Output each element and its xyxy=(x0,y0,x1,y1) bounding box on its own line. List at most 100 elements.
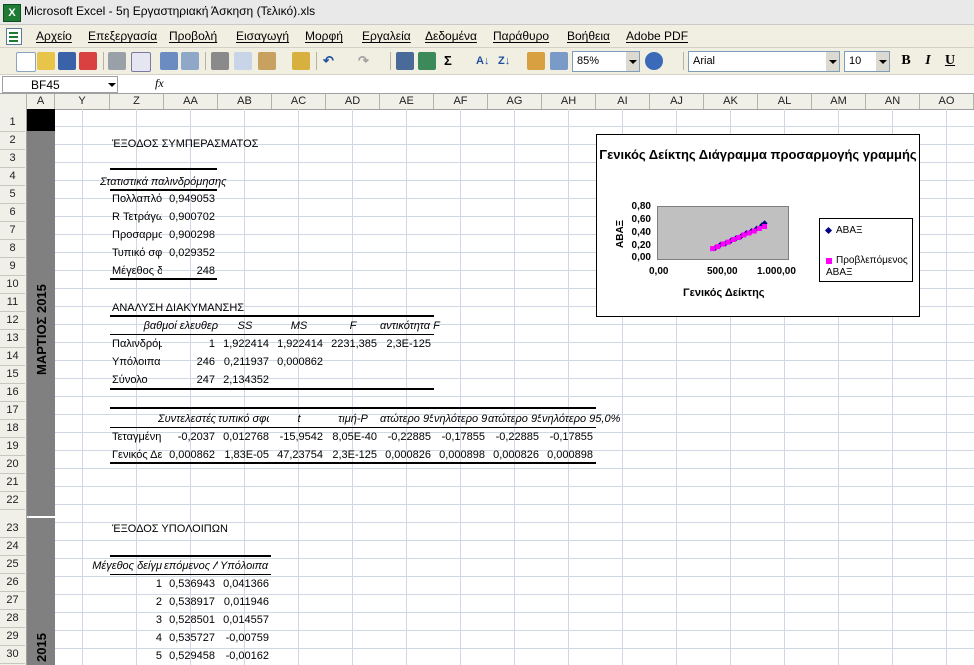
column-header[interactable]: AN xyxy=(866,94,920,109)
column-header[interactable]: AE xyxy=(380,94,434,109)
font-value: Arial xyxy=(693,55,716,67)
line-fit-chart[interactable]: Γενικός Δείκτης Διάγραμμα προσαρμογής γρ… xyxy=(596,134,920,317)
insert-function-icon[interactable]: fx xyxy=(155,76,164,91)
open-icon[interactable] xyxy=(37,52,55,70)
font-select[interactable]: Arial xyxy=(688,51,840,72)
column-header[interactable]: AB xyxy=(218,94,272,109)
chevron-down-icon[interactable] xyxy=(105,77,117,92)
row-header[interactable]: 13 xyxy=(0,329,25,348)
row-header[interactable]: 20 xyxy=(0,455,25,474)
column-header[interactable]: Y xyxy=(55,94,110,109)
menu-data[interactable]: Δεδομένα xyxy=(425,29,477,43)
row-header[interactable]: 24 xyxy=(0,537,25,556)
research-icon[interactable] xyxy=(181,52,199,70)
menu-file[interactable]: Αρχείο xyxy=(36,29,72,43)
italic-button[interactable]: I xyxy=(918,52,938,70)
row-header[interactable]: 9 xyxy=(0,257,25,276)
hyperlink-icon[interactable] xyxy=(396,52,414,70)
column-header[interactable]: A xyxy=(27,94,55,109)
row-header[interactable]: 8 xyxy=(0,239,25,258)
row-header[interactable]: 6 xyxy=(0,203,25,222)
chevron-down-icon[interactable] xyxy=(626,52,639,71)
chevron-down-icon[interactable] xyxy=(876,52,889,71)
row-header[interactable]: 15 xyxy=(0,365,25,384)
column-header[interactable]: AK xyxy=(704,94,758,109)
row-header[interactable]: 18 xyxy=(0,419,25,438)
format-painter-icon[interactable] xyxy=(292,52,310,70)
row-header[interactable]: 30 xyxy=(0,645,25,664)
row-header[interactable]: 23 xyxy=(0,519,25,538)
menu-format[interactable]: Μορφή xyxy=(305,29,343,43)
paste-icon[interactable] xyxy=(258,52,276,70)
column-header[interactable]: AL xyxy=(758,94,812,109)
row-header[interactable]: 27 xyxy=(0,591,25,610)
menu-window[interactable]: Παράθυρο xyxy=(493,29,549,43)
column-header[interactable]: AG xyxy=(488,94,542,109)
row-header[interactable]: 28 xyxy=(0,609,25,628)
column-header[interactable]: AO xyxy=(920,94,974,109)
workbook-icon[interactable] xyxy=(6,28,22,45)
row-header[interactable]: 14 xyxy=(0,347,25,366)
sort-descending-icon[interactable]: Z↓ xyxy=(498,51,510,71)
row-header[interactable]: 22 xyxy=(0,491,25,510)
menu-help[interactable]: Βοήθεια xyxy=(567,29,610,43)
print-icon[interactable] xyxy=(108,52,126,70)
column-header[interactable]: AD xyxy=(326,94,380,109)
row-header[interactable]: 26 xyxy=(0,573,25,592)
spelling-icon[interactable] xyxy=(160,52,178,70)
column-header[interactable]: AF xyxy=(434,94,488,109)
row-header[interactable]: 4 xyxy=(0,167,25,186)
new-icon[interactable] xyxy=(16,52,36,72)
help-icon[interactable] xyxy=(645,52,663,70)
row-header[interactable]: 19 xyxy=(0,437,25,456)
column-header[interactable]: AA xyxy=(164,94,218,109)
sort-ascending-icon[interactable]: A↓ xyxy=(476,51,489,71)
print-preview-icon[interactable] xyxy=(131,52,151,72)
column-header[interactable]: AM xyxy=(812,94,866,109)
font-size-select[interactable]: 10 xyxy=(844,51,890,72)
row-header[interactable]: 16 xyxy=(0,383,25,402)
column-header[interactable]: Z xyxy=(110,94,164,109)
row-header[interactable]: 29 xyxy=(0,627,25,646)
chart-wizard-icon[interactable] xyxy=(527,52,545,70)
column-header[interactable]: AJ xyxy=(650,94,704,109)
undo-icon[interactable]: ↶ xyxy=(323,51,334,71)
row-header[interactable]: 12 xyxy=(0,311,25,330)
row-header[interactable]: 21 xyxy=(0,473,25,492)
menu-edit[interactable]: Επεξεργασία xyxy=(88,29,157,43)
row-header[interactable]: 5 xyxy=(0,185,25,204)
redo-icon[interactable]: ↷ xyxy=(358,51,369,71)
menu-view[interactable]: Προβολή xyxy=(169,29,217,43)
cut-icon[interactable] xyxy=(211,52,229,70)
excel-app-icon[interactable]: X xyxy=(3,4,21,22)
zoom-select[interactable]: 85% xyxy=(572,51,640,72)
underline-button[interactable]: U xyxy=(940,52,960,70)
row-header[interactable]: 17 xyxy=(0,401,25,420)
row-header[interactable]: 7 xyxy=(0,221,25,240)
menu-adobe-pdf[interactable]: Adobe PDF xyxy=(626,29,688,43)
select-all-corner[interactable] xyxy=(0,94,27,109)
menu-insert[interactable]: Εισαγωγή xyxy=(236,29,289,43)
row-header[interactable]: 25 xyxy=(0,555,25,574)
row-header[interactable]: 10 xyxy=(0,275,25,294)
drawing-icon[interactable] xyxy=(550,52,568,70)
row-header[interactable]: 1 xyxy=(0,113,25,132)
copy-icon[interactable] xyxy=(234,52,252,70)
bold-button[interactable]: B xyxy=(896,52,916,70)
name-box[interactable]: BF45 xyxy=(2,76,118,93)
column-header[interactable]: AC xyxy=(272,94,326,109)
column-header[interactable]: AI xyxy=(596,94,650,109)
column-header[interactable]: AH xyxy=(542,94,596,109)
chevron-down-icon[interactable] xyxy=(826,52,839,71)
autosum-icon[interactable]: Σ xyxy=(444,51,452,71)
row-header[interactable]: 3 xyxy=(0,149,25,168)
save-icon[interactable] xyxy=(58,52,76,70)
cell-a1-black[interactable] xyxy=(27,109,55,131)
chart-legend[interactable]: ΑΒΑΞ Προβλεπόμενος ΑΒΑΞ xyxy=(819,218,913,282)
menu-tools[interactable]: Εργαλεία xyxy=(362,29,411,43)
web-icon[interactable] xyxy=(418,52,436,70)
row-header[interactable]: 11 xyxy=(0,293,25,312)
permission-icon[interactable] xyxy=(79,52,97,70)
x-tick-label: 500,00 xyxy=(707,266,738,277)
row-header[interactable]: 2 xyxy=(0,131,25,150)
